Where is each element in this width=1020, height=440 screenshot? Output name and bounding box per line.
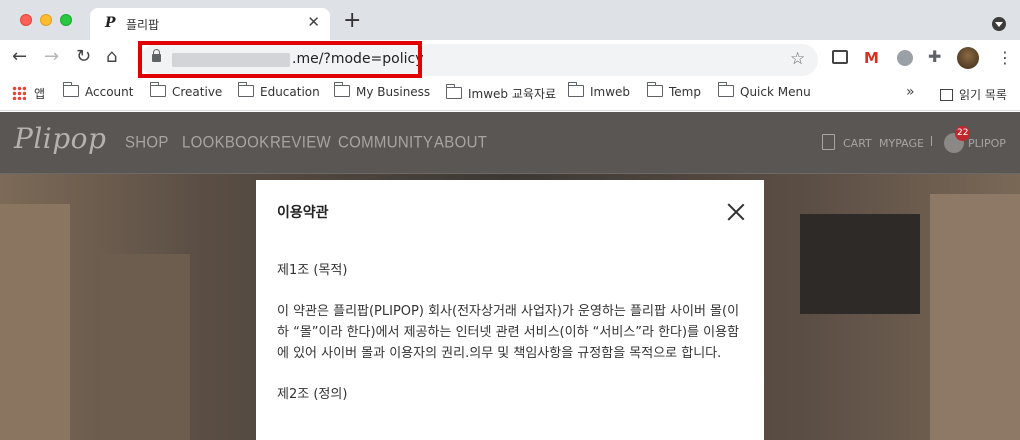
maximize-window-button[interactable] [60, 14, 72, 26]
bookmark-label: Imweb [590, 85, 631, 99]
reading-list-button[interactable]: 읽기 목록 [940, 86, 1007, 103]
tab-favicon-icon: P [105, 15, 116, 31]
close-window-button[interactable] [20, 14, 32, 26]
gmail-extension-icon[interactable]: M [864, 49, 879, 67]
bookmark-label: Temp [669, 85, 701, 99]
site-logo[interactable]: Plipop [14, 122, 106, 155]
translate-extension-icon[interactable] [897, 50, 913, 66]
cart-link[interactable]: CART [843, 137, 872, 150]
folder-icon [333, 82, 350, 97]
terms-article-2-heading: 제2조 (정의) [277, 387, 348, 402]
hero-shape [930, 194, 1020, 440]
bookmark-folder-quick-menu[interactable]: Quick Menu [717, 82, 811, 105]
extensions-puzzle-icon[interactable]: ✚ [928, 47, 941, 66]
hero-shape [0, 204, 70, 440]
folder-icon [149, 82, 166, 97]
bookmark-star-icon[interactable]: ☆ [790, 49, 805, 69]
bookmark-folder-account[interactable]: Account [62, 82, 134, 105]
bookmark-folder-imweb[interactable]: Imweb [567, 82, 631, 105]
screenshot-extension-icon[interactable] [832, 50, 848, 64]
modal-body: 제1조 (목적) 이 약관은 플리팝(PLIPOP) 회사(전자상거래 사업자)… [277, 260, 743, 425]
site-header: Plipop SHOP LOOKBOOK REVIEW COMMUNITY AB… [0, 112, 1020, 174]
forward-arrow-icon[interactable]: → [44, 48, 59, 66]
bookmark-label: Creative [172, 85, 223, 99]
modal-close-icon[interactable] [726, 202, 746, 222]
modal-title: 이용약관 [277, 205, 329, 221]
terms-modal: 이용약관 제1조 (목적) 이 약관은 플리팝(PLIPOP) 회사(전자상거래… [256, 180, 764, 440]
bookmark-label: Quick Menu [740, 85, 811, 99]
bookmark-folder-imweb-edu[interactable]: Imweb 교육자료 [445, 84, 557, 105]
folder-icon [646, 82, 663, 97]
browser-menu-icon[interactable]: ⋮ [997, 48, 1013, 67]
folder-icon [62, 82, 79, 97]
mypage-link[interactable]: MYPAGE [879, 137, 924, 150]
user-link[interactable]: PLIPOP [968, 137, 1006, 150]
bookmarks-bar: 앱 Account Creative Education My Business… [0, 80, 1020, 111]
hero-shape [800, 214, 920, 314]
tab-strip: P 플리팝 ✕ + [0, 0, 1020, 40]
folder-icon [237, 82, 254, 97]
bookmark-label: 앱 [34, 87, 46, 101]
reading-list-label: 읽기 목록 [959, 88, 1007, 102]
menu-shop[interactable]: SHOP [125, 133, 169, 152]
cart-icon[interactable] [822, 134, 835, 150]
folder-icon [445, 84, 462, 99]
menu-community[interactable]: COMMUNITY [338, 133, 433, 152]
home-icon[interactable]: ⌂ [106, 48, 117, 66]
folder-icon [567, 82, 584, 97]
bookmark-label: Imweb 교육자료 [468, 87, 557, 101]
bookmark-folder-education[interactable]: Education [237, 82, 320, 105]
bookmark-label: My Business [356, 85, 431, 99]
bookmark-folder-my-business[interactable]: My Business [333, 82, 431, 105]
folder-icon [717, 82, 734, 97]
reload-icon[interactable]: ↻ [76, 48, 91, 66]
url-highlight-box [138, 41, 422, 78]
profile-avatar[interactable] [957, 47, 979, 69]
new-tab-button[interactable]: + [343, 10, 361, 32]
back-arrow-icon[interactable]: ← [12, 48, 27, 66]
bookmark-folder-temp[interactable]: Temp [646, 82, 701, 105]
bookmarks-overflow-icon[interactable]: » [906, 84, 915, 100]
reading-list-icon [940, 89, 953, 101]
menu-review[interactable]: REVIEW [270, 133, 331, 152]
utility-separator [931, 136, 932, 146]
minimize-window-button[interactable] [40, 14, 52, 26]
hero-shape [100, 254, 190, 440]
bookmark-label: Education [260, 85, 320, 99]
tab-close-icon[interactable]: ✕ [307, 13, 320, 31]
tab-search-icon[interactable] [992, 17, 1006, 31]
terms-article-1-text: 이 약관은 플리팝(PLIPOP) 회사(전자상거래 사업자)가 운영하는 플리… [277, 304, 740, 361]
terms-article-1-heading: 제1조 (목적) [277, 263, 348, 278]
active-tab[interactable]: P 플리팝 ✕ [90, 8, 330, 40]
bookmark-folder-creative[interactable]: Creative [149, 82, 223, 105]
menu-lookbook[interactable]: LOOKBOOK [182, 133, 269, 152]
bookmark-apps[interactable]: 앱 [12, 85, 45, 105]
tab-title: 플리팝 [126, 18, 160, 32]
bookmark-label: Account [85, 85, 134, 99]
menu-about[interactable]: ABOUT [434, 133, 487, 152]
apps-grid-icon [12, 86, 26, 100]
